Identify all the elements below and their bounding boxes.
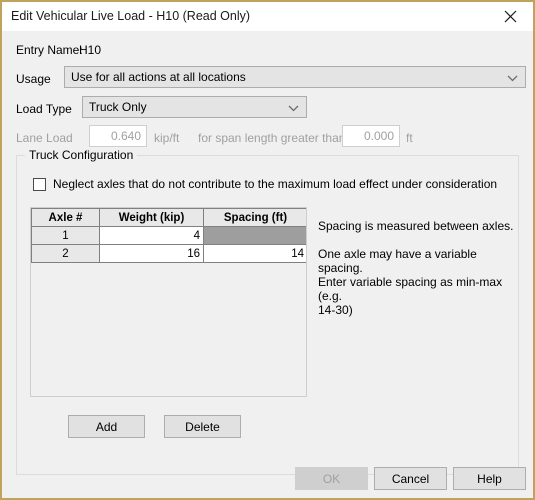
lane-load-units: kip/ft [154,131,180,145]
cell-weight[interactable]: 16 [99,244,204,263]
entry-name-value: H10 [79,43,102,57]
dialog-window: Edit Vehicular Live Load - H10 (Read Onl… [0,0,535,500]
column-header-spacing[interactable]: Spacing (ft) [203,208,306,227]
add-button[interactable]: Add [68,415,145,438]
span-length-value: 0.000 [363,129,394,143]
note-line-3: Enter variable spacing as min-max (e.g. [318,275,503,303]
load-type-label: Load Type [16,102,72,116]
cell-weight[interactable]: 4 [99,226,204,245]
lane-load-input[interactable]: 0.640 [89,125,147,147]
note-line-4: 14-30) [318,303,353,317]
span-length-input[interactable]: 0.000 [342,125,400,147]
table-header-row: Axle # Weight (kip) Spacing (ft) [31,208,306,227]
span-length-label: for span length greater than [198,131,346,145]
usage-dropdown-value: Use for all actions at all locations [71,70,246,84]
usage-label: Usage [16,72,51,86]
entry-name-label: Entry Name: [16,43,83,57]
cancel-button[interactable]: Cancel [374,467,447,490]
lane-load-label: Lane Load [16,131,73,145]
window-title: Edit Vehicular Live Load - H10 (Read Onl… [11,9,251,23]
axle-table[interactable]: Axle # Weight (kip) Spacing (ft) 1 4 2 1… [30,207,307,397]
cell-axle-number[interactable]: 2 [31,244,100,263]
neglect-axles-checkbox[interactable]: Neglect axles that do not contribute to … [33,177,497,191]
truck-configuration-title: Truck Configuration [25,148,138,162]
help-button[interactable]: Help [453,467,526,490]
spacing-help-text: Spacing is measured between axles. One a… [318,219,523,317]
cell-spacing-disabled [203,226,306,245]
chevron-down-icon [288,97,299,119]
chevron-down-icon [507,67,518,89]
axle-table-grid: Axle # Weight (kip) Spacing (ft) 1 4 2 1… [31,208,306,263]
load-type-dropdown[interactable]: Truck Only [82,96,307,118]
column-header-weight[interactable]: Weight (kip) [99,208,204,227]
table-row[interactable]: 1 4 [31,226,306,245]
title-bar: Edit Vehicular Live Load - H10 (Read Onl… [2,2,533,31]
cell-axle-number[interactable]: 1 [31,226,100,245]
note-line-2: One axle may have a variable spacing. [318,247,477,275]
column-header-axle[interactable]: Axle # [31,208,100,227]
lane-load-value: 0.640 [110,129,141,143]
delete-button[interactable]: Delete [164,415,241,438]
note-line-1: Spacing is measured between axles. [318,219,514,233]
checkbox-box [33,177,46,191]
dialog-body: Entry Name: H10 Usage Use for all action… [2,31,533,498]
ok-button[interactable]: OK [295,467,368,490]
neglect-axles-label: Neglect axles that do not contribute to … [53,177,498,191]
table-row[interactable]: 2 16 14 [31,244,306,263]
usage-dropdown[interactable]: Use for all actions at all locations [64,66,526,88]
close-icon[interactable] [488,2,533,31]
load-type-dropdown-value: Truck Only [89,100,147,114]
span-length-units: ft [406,131,413,145]
cell-spacing[interactable]: 14 [203,244,306,263]
